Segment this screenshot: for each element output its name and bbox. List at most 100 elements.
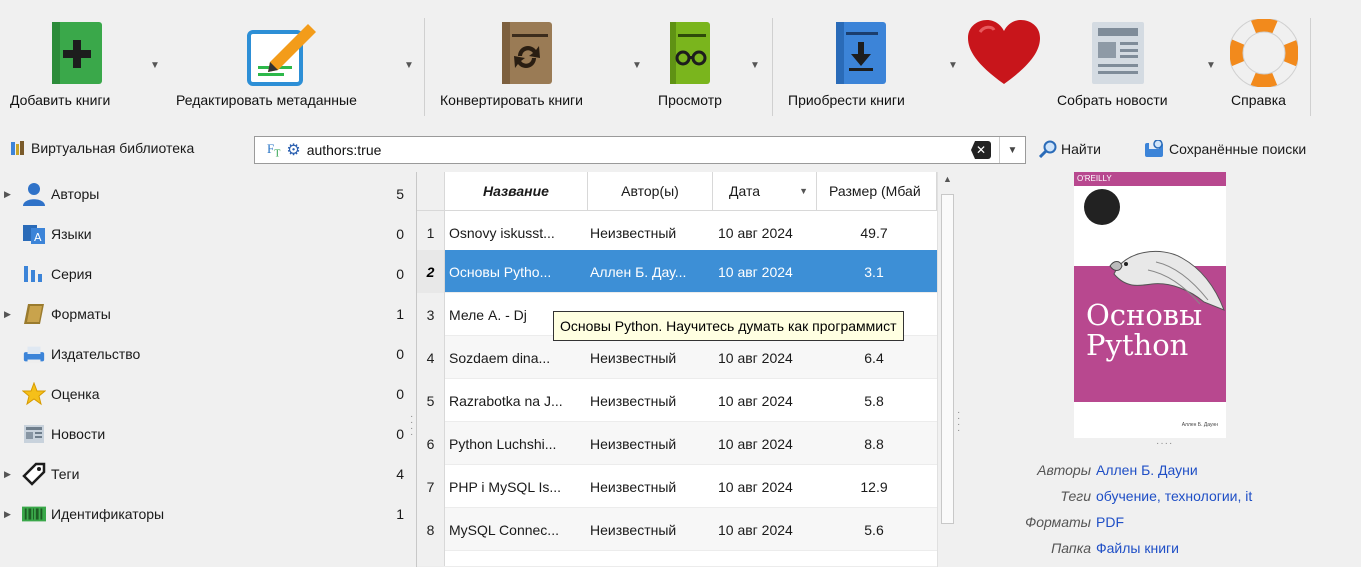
convert-books-button[interactable] — [500, 14, 554, 92]
tag-count: 1 — [396, 506, 404, 522]
cell-title: Osnovy iskusst... — [449, 224, 555, 241]
expand-arrow-icon[interactable]: ▶ — [4, 309, 11, 320]
fetch-news-button[interactable] — [1090, 14, 1146, 92]
tag-label: Авторы — [51, 186, 100, 202]
sort-arrow-icon: ▼ — [799, 186, 808, 196]
fetch-news-dropdown-arrow[interactable]: ▼ — [1206, 60, 1216, 71]
view-button[interactable] — [668, 14, 712, 92]
tag-count: 0 — [396, 426, 404, 442]
add-books-dropdown-arrow[interactable]: ▼ — [150, 60, 160, 71]
search-history-dropdown[interactable]: ▼ — [999, 137, 1025, 163]
book-list: Название Автор(ы) Дата ▼ Размер (Мбай 1 … — [416, 172, 957, 567]
tag-category-authors[interactable]: ▶ Авторы 5 — [0, 174, 412, 214]
gear-icon[interactable]: ⚙ — [286, 140, 300, 160]
cell-title: MySQL Connec... — [449, 521, 559, 538]
metadata-format-link[interactable]: PDF — [1096, 514, 1124, 530]
tag-count: 0 — [396, 266, 404, 282]
find-label: Найти — [1061, 141, 1101, 157]
metadata-key: Форматы — [1025, 514, 1091, 530]
find-button[interactable]: Найти — [1038, 140, 1101, 158]
tag-category-formats[interactable]: ▶ Форматы 1 — [0, 294, 412, 334]
full-text-search-icon[interactable]: FT — [267, 141, 280, 160]
table-row-partial[interactable] — [417, 551, 937, 567]
column-header-date-label: Дата — [729, 183, 761, 199]
column-header-title[interactable]: Название — [445, 172, 588, 210]
cover-author: Аллен Б. Даунн — [1181, 422, 1218, 428]
view-book-icon — [668, 14, 712, 92]
column-header-date[interactable]: Дата ▼ — [713, 172, 817, 210]
column-header-size-label: Размер (Мбай — [829, 183, 921, 199]
metadata-formats: Форматы PDF — [962, 514, 1361, 534]
title-tooltip: Основы Python. Научитесь думать как прог… — [553, 311, 904, 341]
tag-category-tags[interactable]: ▶ Теги 4 — [0, 454, 412, 494]
star-icon — [22, 382, 46, 406]
scroll-up-arrow-icon[interactable]: ▲ — [943, 174, 952, 184]
virtual-library-button[interactable]: Виртуальная библиотека — [10, 140, 194, 156]
fetch-news-label: Собрать новости — [1057, 92, 1168, 108]
tag-count: 1 — [396, 306, 404, 322]
metadata-tags: Теги обучение, технологии, it — [962, 488, 1361, 508]
table-row-selected[interactable]: 2 Основы Pytho... Аллен Б. Дау... 10 авг… — [417, 250, 937, 293]
book-details-panel: O'REILLY Основы Python Аллен Б. Даунн ··… — [962, 168, 1361, 567]
scrollbar-thumb[interactable] — [941, 194, 954, 524]
row-number: 4 — [417, 336, 445, 379]
help-button[interactable] — [1230, 14, 1298, 92]
search-icon — [1038, 140, 1057, 158]
table-row[interactable]: 5 Razrabotka na J... Неизвестный 10 авг … — [417, 379, 937, 422]
tag-count: 0 — [396, 226, 404, 242]
news-icon — [22, 422, 46, 446]
metadata-tags-link[interactable]: обучение, технологии, it — [1096, 488, 1252, 504]
cover-splitter[interactable]: ···· — [1156, 438, 1173, 449]
table-row[interactable]: 4 Sozdaem dina... Неизвестный 10 авг 202… — [417, 336, 937, 379]
lifebuoy-icon — [1230, 14, 1298, 92]
column-header-size[interactable]: Размер (Мбай — [817, 172, 937, 210]
book-cover[interactable]: O'REILLY Основы Python Аллен Б. Даунн — [1074, 172, 1226, 438]
table-row[interactable]: 6 Python Luchshi... Неизвестный 10 авг 2… — [417, 422, 937, 465]
search-bar: Виртуальная библиотека FT ⚙ authors:true… — [0, 133, 1361, 167]
table-row[interactable]: 1 Osnovy iskusst... Неизвестный 10 авг 2… — [417, 211, 937, 254]
metadata-folder-link[interactable]: Файлы книги — [1096, 540, 1179, 556]
view-dropdown-arrow[interactable]: ▼ — [750, 60, 760, 71]
main-toolbar: ▼ Добавить книги ▼ Редактировать метадан… — [0, 0, 1361, 130]
tag-label: Издательство — [51, 346, 141, 362]
tag-category-news[interactable]: Новости 0 — [0, 414, 412, 454]
cover-title: Основы Python — [1086, 300, 1202, 360]
search-input[interactable]: authors:true — [307, 142, 947, 158]
expand-arrow-icon[interactable]: ▶ — [4, 509, 11, 520]
clear-search-icon[interactable]: ✕ — [971, 141, 991, 159]
edit-metadata-icon — [246, 14, 318, 92]
table-row[interactable]: 8 MySQL Connec... Неизвестный 10 авг 202… — [417, 508, 937, 551]
cell-author: Неизвестный — [590, 224, 677, 241]
get-books-dropdown-arrow[interactable]: ▼ — [948, 60, 958, 71]
cell-size: 5.8 — [864, 392, 884, 409]
barcode-icon — [22, 502, 46, 526]
edit-metadata-button[interactable] — [246, 14, 318, 92]
metadata-author-link[interactable]: Аллен Б. Дауни — [1096, 462, 1198, 478]
tag-category-identifiers[interactable]: ▶ Идентификаторы 1 — [0, 494, 412, 534]
expand-arrow-icon[interactable]: ▶ — [4, 189, 11, 200]
cell-author: Неизвестный — [590, 521, 677, 538]
search-box[interactable]: FT ⚙ authors:true ✕ ▼ — [254, 136, 1026, 164]
donate-button[interactable] — [966, 14, 1042, 92]
cell-size: 49.7 — [860, 224, 888, 241]
column-header-author[interactable]: Автор(ы) — [588, 172, 713, 210]
expand-arrow-icon[interactable]: ▶ — [4, 469, 11, 480]
add-books-button[interactable] — [50, 14, 104, 92]
tag-category-publisher[interactable]: Издательство 0 — [0, 334, 412, 374]
cover-title-line2: Python — [1086, 328, 1189, 362]
cover-publisher: O'REILLY — [1074, 172, 1226, 186]
get-books-button[interactable] — [834, 14, 888, 92]
convert-books-dropdown-arrow[interactable]: ▼ — [632, 60, 642, 71]
edit-metadata-dropdown-arrow[interactable]: ▼ — [404, 60, 414, 71]
tag-browser-splitter[interactable]: · · · · — [410, 412, 414, 440]
tag-category-languages[interactable]: A Языки 0 — [0, 214, 412, 254]
tag-label: Новости — [51, 426, 106, 442]
table-row[interactable]: 7 PHP i MySQL Is... Неизвестный 10 авг 2… — [417, 465, 937, 508]
tag-category-series[interactable]: Серия 0 — [0, 254, 412, 294]
cell-author: Неизвестный — [590, 478, 677, 495]
tag-category-rating[interactable]: Оценка 0 — [0, 374, 412, 414]
book-details-splitter[interactable]: · · · · — [957, 408, 961, 436]
saved-searches-button[interactable]: Сохранённые поиски — [1144, 140, 1306, 158]
cell-author: Неизвестный — [590, 392, 677, 409]
book-list-scrollbar[interactable]: ▲ — [937, 172, 957, 567]
